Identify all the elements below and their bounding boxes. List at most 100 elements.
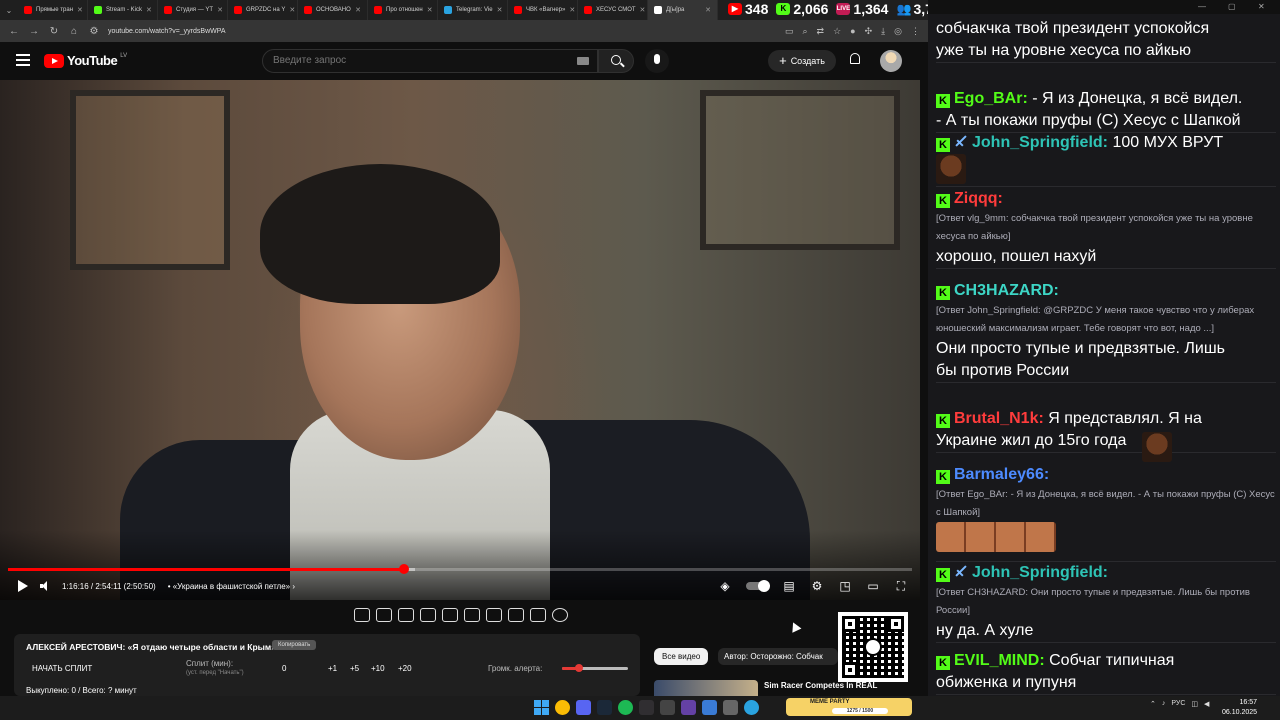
download-icon[interactable]: ⤓	[881, 26, 885, 37]
browser-tab[interactable]: GRPZDC на Y ✕	[228, 0, 298, 20]
copy-button[interactable]: Копировать	[272, 640, 317, 650]
microphone-tray-icon[interactable]: ♪	[1162, 700, 1166, 708]
discord-icon[interactable]	[576, 700, 591, 715]
tab-close-icon[interactable]: ✕	[569, 6, 575, 14]
theater-mode-icon[interactable]: ▭	[866, 580, 880, 592]
camera-icon[interactable]	[530, 608, 546, 622]
menu-icon[interactable]	[16, 54, 30, 66]
tab-close-icon[interactable]: ✕	[289, 6, 295, 14]
browser-tab[interactable]: Д[ы]ра ✕	[648, 0, 718, 20]
recommendation-title[interactable]: Sim Racer Competes In REAL	[764, 681, 877, 690]
fullscreen-icon[interactable]: ⛶	[894, 580, 908, 592]
bookmark-star-icon[interactable]: ☆	[833, 26, 841, 37]
telegram-icon[interactable]	[744, 700, 759, 715]
spotify-icon[interactable]	[618, 700, 633, 715]
language-indicator[interactable]: РУС	[1171, 700, 1185, 708]
tab-close-icon[interactable]: ✕	[640, 6, 646, 14]
alert-volume-knob[interactable]	[574, 664, 583, 672]
chat-username[interactable]: Ziqqq:	[954, 190, 1003, 207]
search-input[interactable]	[273, 55, 573, 66]
close-icon[interactable]: ✕	[1258, 2, 1265, 11]
browser-tab[interactable]: ХЕСУС СМОТ ✕	[578, 0, 648, 20]
tab-close-icon[interactable]: ✕	[355, 6, 361, 14]
start-split-button[interactable]: НАЧАТЬ СПЛИТ	[32, 664, 92, 673]
browser-tab[interactable]: Stream - Kick ✕	[88, 0, 158, 20]
maximize-icon[interactable]: ▢	[1228, 2, 1236, 11]
split-add-1-button[interactable]: +1	[328, 664, 337, 673]
settings-gear-icon[interactable]: ⚙	[810, 580, 824, 592]
chat-username[interactable]: EVIL_MIND:	[954, 652, 1045, 669]
app-icon[interactable]	[681, 700, 696, 715]
play-icon[interactable]	[18, 580, 28, 592]
progress-scrubber[interactable]	[398, 564, 409, 574]
chip-author[interactable]: Автор: Осторожно: Собчак	[718, 648, 838, 665]
network-icon[interactable]: ◫	[1191, 700, 1198, 708]
chat-username[interactable]: CH3HAZARD:	[954, 282, 1059, 299]
chat-message[interactable]: K CH3HAZARD: [Ответ John_Springfield: @GRP…	[936, 280, 1276, 383]
create-button[interactable]: + Создать	[768, 50, 836, 72]
picture-in-picture-icon[interactable]	[442, 608, 458, 622]
browser-tab[interactable]: ЧВК «Вагнер» ✕	[508, 0, 578, 20]
screenshot-icon[interactable]	[398, 608, 414, 622]
extension-icon[interactable]: ●	[850, 26, 855, 36]
browser-tab[interactable]: Прямые тран ✕	[18, 0, 88, 20]
tab-close-icon[interactable]: ✕	[497, 6, 503, 14]
notifications-bell-icon[interactable]	[849, 53, 861, 67]
url-field[interactable]: youtube.com/watch?v=_yyrdsBwWPA	[108, 28, 226, 35]
tab-close-icon[interactable]: ✕	[705, 6, 711, 14]
split-add-10-button[interactable]: +10	[371, 664, 385, 673]
tab-close-icon[interactable]: ✕	[146, 6, 152, 14]
account-avatar[interactable]	[880, 50, 902, 72]
app-icon[interactable]	[702, 700, 717, 715]
steam-icon[interactable]	[597, 700, 612, 715]
chat-username[interactable]: John_Springfield:	[972, 564, 1108, 581]
browser-tab[interactable]: Telegram: Vie ✕	[438, 0, 508, 20]
system-clock[interactable]: 16:57 06.10.2025	[1222, 698, 1257, 718]
miniplayer-icon[interactable]: ◳	[838, 580, 852, 592]
forward-icon[interactable]: →	[28, 26, 40, 37]
obs-icon[interactable]	[639, 700, 654, 715]
chat-message[interactable]: K EVIL_MIND: Собчаг типичная обиженка и пу…	[936, 650, 1276, 695]
tab-search-icon[interactable]: ⌄	[0, 6, 18, 15]
clapper-icon[interactable]	[420, 608, 436, 622]
back-icon[interactable]: ←	[8, 26, 20, 37]
browser-tab[interactable]: Про отношен ✕	[368, 0, 438, 20]
chat-message[interactable]: K Brutal_N1k: Я представлял. Я на Украине …	[936, 408, 1276, 462]
chat-username[interactable]: Barmaley66:	[954, 466, 1049, 483]
chat-message[interactable]: K John_Springfield: [Ответ CH3HAZARD: Они …	[936, 562, 1276, 643]
chapter-title[interactable]: • «Украина в фашистской петле» ›	[168, 582, 295, 591]
tab-close-icon[interactable]: ✕	[77, 6, 83, 14]
extensions-puzzle-icon[interactable]: ✣	[865, 26, 873, 37]
scissors-icon[interactable]	[508, 608, 524, 622]
chat-message[interactable]: K Ziqqq: [Ответ vlg_9mm: собчакчка твой пр…	[936, 188, 1276, 269]
chrome-icon[interactable]	[555, 700, 570, 715]
loop-icon[interactable]	[354, 608, 370, 622]
chevron-up-icon[interactable]: ⌃	[1150, 700, 1156, 708]
audio-icon[interactable]	[376, 608, 392, 622]
chat-username[interactable]: Brutal_N1k:	[954, 410, 1044, 427]
recommendation-thumbnail[interactable]	[654, 680, 758, 696]
chat-message[interactable]: K Barmaley66: [Ответ Ego_BAr: - Я из Донец…	[936, 464, 1276, 562]
browser-menu-icon[interactable]: ⋮	[911, 26, 920, 37]
tab-close-icon[interactable]: ✕	[217, 6, 223, 14]
reload-icon[interactable]: ↻	[48, 26, 60, 37]
media-widget[interactable]: MEME PARTY 1275 / 1500	[786, 698, 912, 716]
home-icon[interactable]: ⌂	[68, 26, 80, 37]
app-icon[interactable]	[723, 700, 738, 715]
windows-start-icon[interactable]	[534, 700, 549, 715]
profile-icon[interactable]: ◎	[894, 26, 902, 37]
cast-icon[interactable]: ▭	[785, 26, 794, 37]
autoplay-toggle[interactable]	[746, 580, 770, 592]
miniplayer-sponsor-icon[interactable]: ◈	[718, 580, 732, 592]
chat-username[interactable]: John_Springfield:	[972, 134, 1108, 151]
app-icon[interactable]	[660, 700, 675, 715]
volume-tray-icon[interactable]: ◀	[1204, 700, 1209, 708]
minimize-icon[interactable]: —	[1198, 2, 1206, 11]
chat-username[interactable]: Ego_BAr:	[954, 90, 1028, 107]
browser-tab[interactable]: ОСНОВАНО ✕	[298, 0, 368, 20]
progress-bar[interactable]	[8, 564, 912, 574]
filmstrip-icon[interactable]	[464, 608, 480, 622]
search-button[interactable]	[598, 49, 634, 73]
chat-message[interactable]: K Ego_BAr: - Я из Донецка, я всё видел. - …	[936, 88, 1276, 133]
chip-all-videos[interactable]: Все видео	[654, 648, 709, 665]
